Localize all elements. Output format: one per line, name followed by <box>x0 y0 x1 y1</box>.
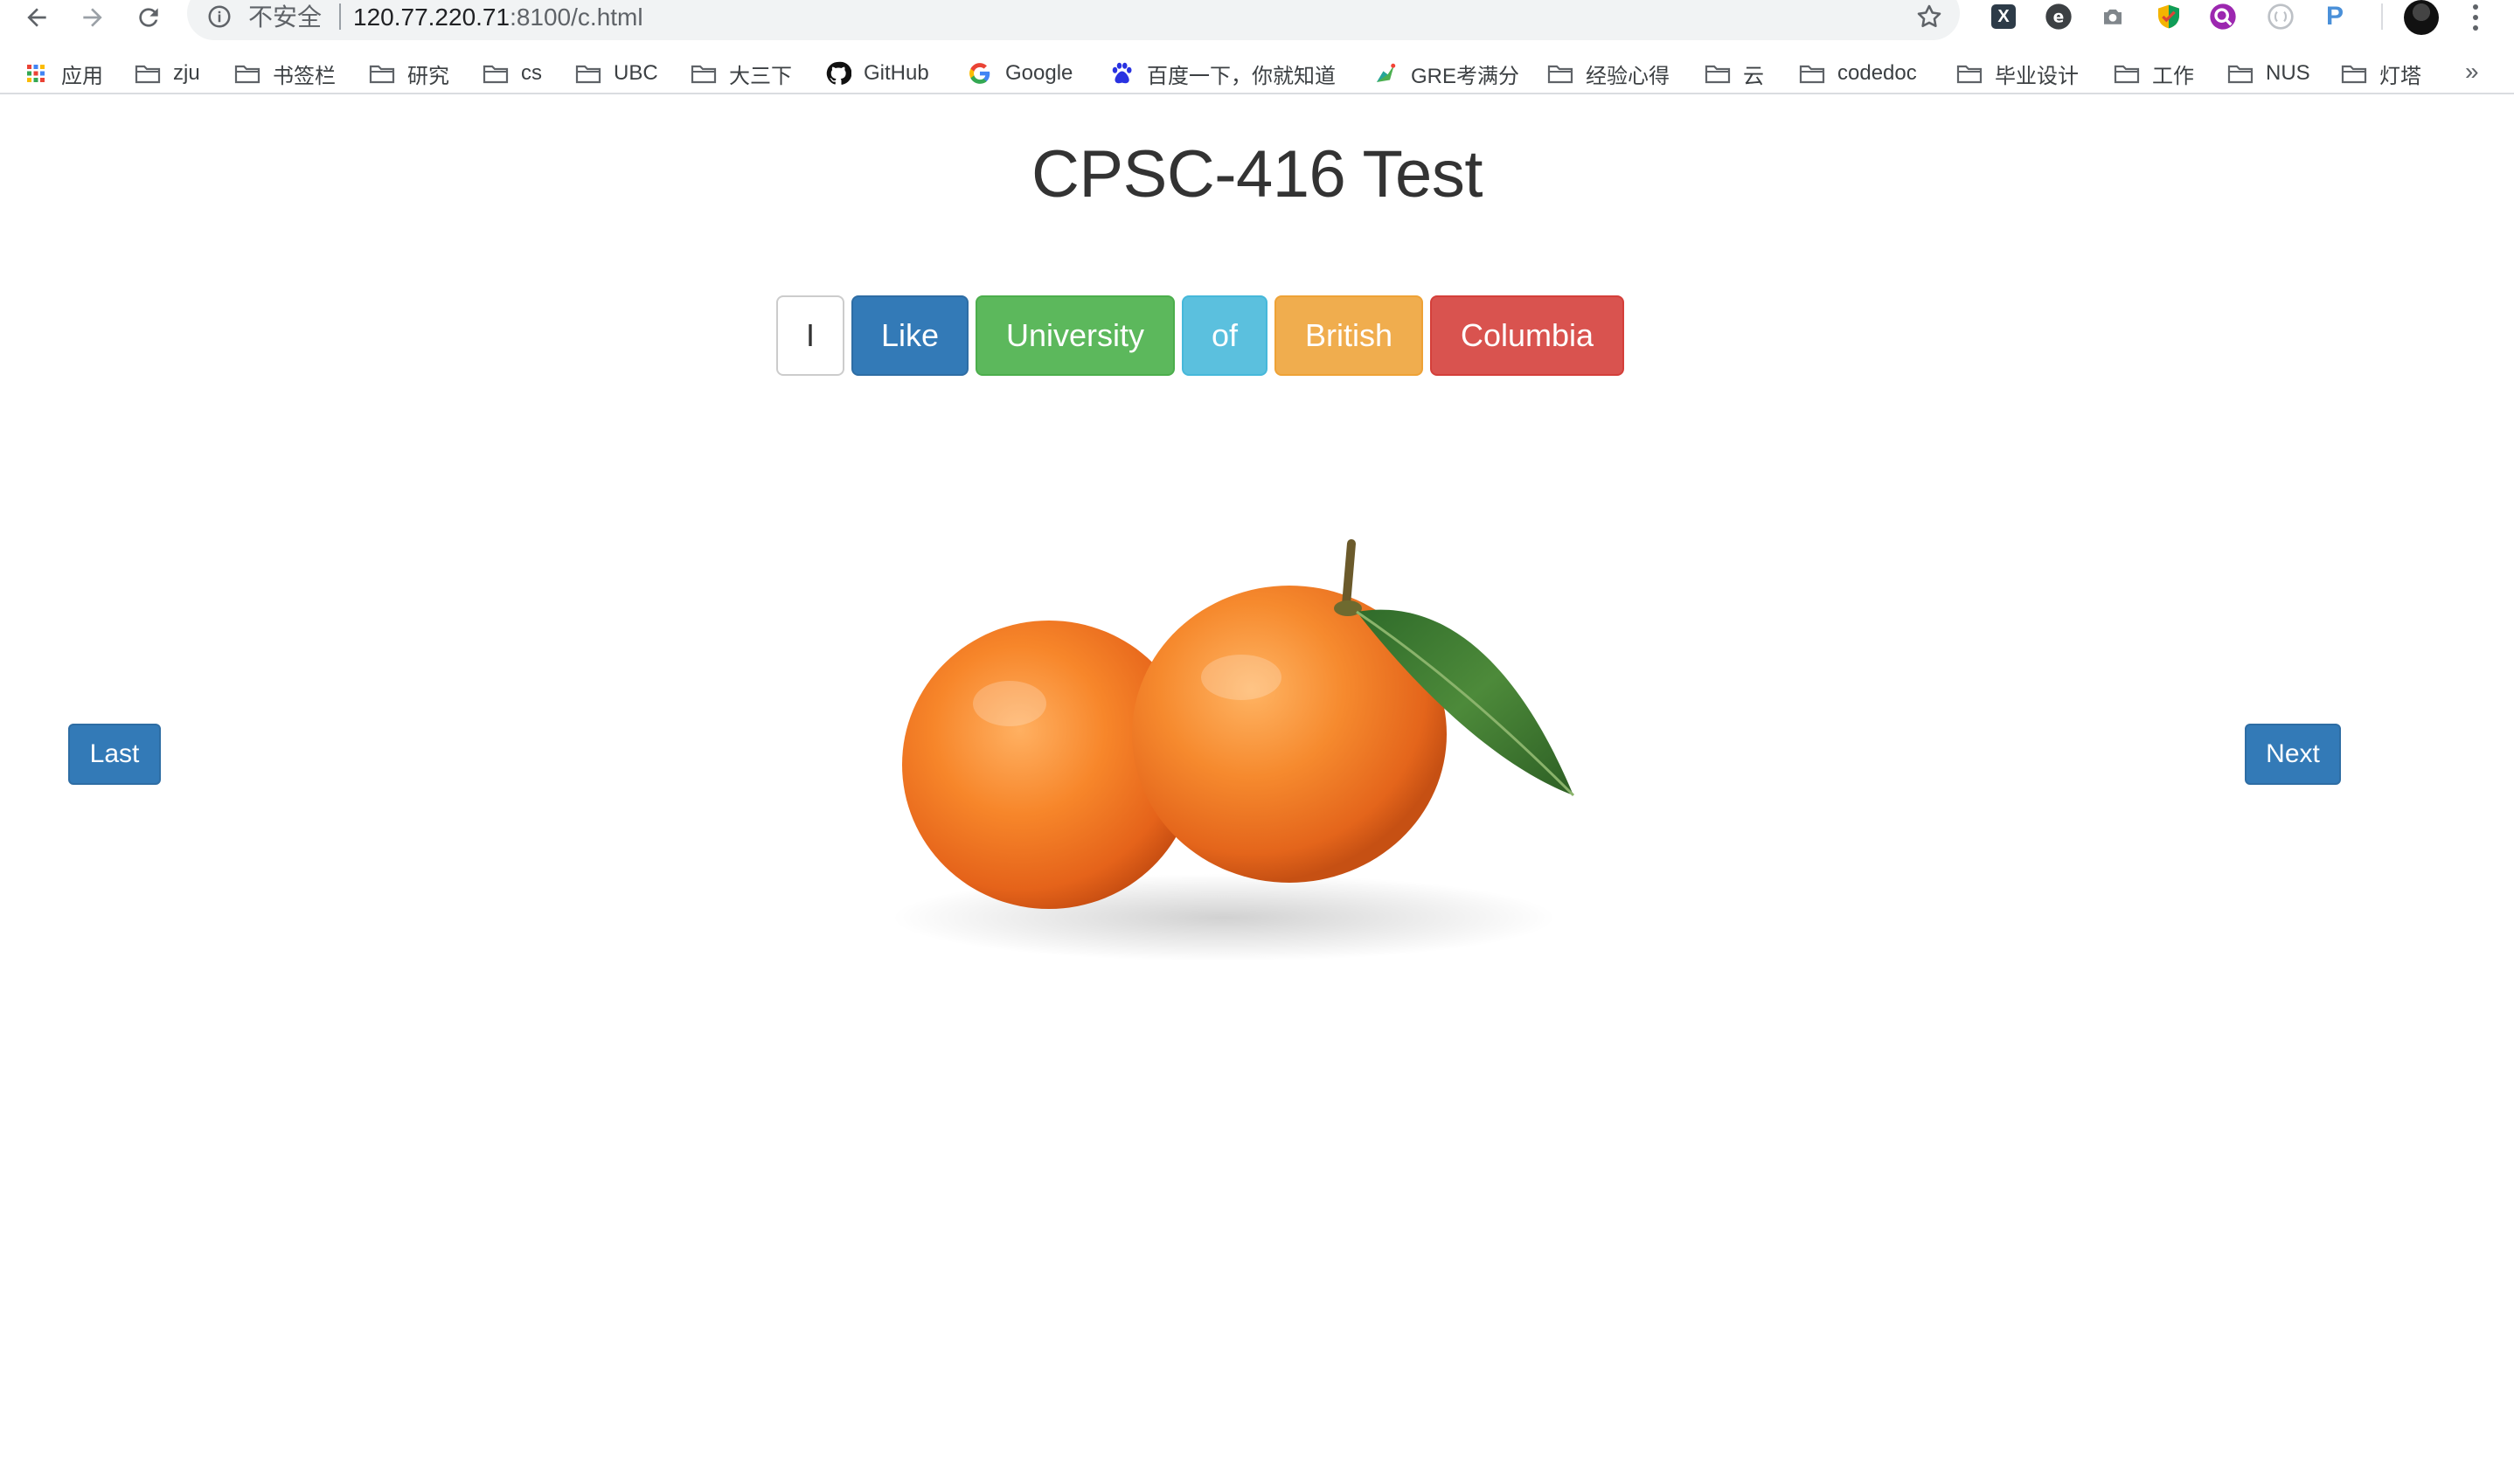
bookmark-label: NUS <box>2266 61 2310 85</box>
bookmark-folder-codedoc[interactable]: codedoc <box>1799 56 1917 91</box>
bookmark-folder-dasanxia[interactable]: 大三下 <box>691 56 792 91</box>
shield-extension-icon[interactable] <box>2154 2 2184 31</box>
bookmark-folder-nus[interactable]: NUS <box>2227 56 2310 91</box>
e-extension-icon[interactable]: e <box>2044 2 2073 31</box>
bookmark-baidu[interactable]: 百度一下，你就知道 <box>1108 56 1336 91</box>
info-icon[interactable] <box>206 3 233 30</box>
folder-icon <box>1956 65 1983 84</box>
bookmark-apps[interactable]: 应用 <box>23 56 103 91</box>
bookmark-folder-yun[interactable]: 云 <box>1705 56 1764 91</box>
svg-text:e: e <box>2053 9 2065 27</box>
bookmark-folder-yanjiu[interactable]: 研究 <box>369 56 449 91</box>
bookmark-folder-biye[interactable]: 毕业设计 <box>1956 56 2079 91</box>
toolbar-divider <box>2381 3 2383 30</box>
folder-icon <box>369 65 395 84</box>
bookmarks-overflow-button[interactable]: » <box>2465 58 2479 86</box>
back-button[interactable] <box>17 0 56 35</box>
bookmark-label: zju <box>173 61 200 85</box>
forward-arrow-icon <box>83 8 102 27</box>
security-label[interactable]: 不安全 <box>248 2 322 33</box>
x-extension-icon[interactable]: X <box>1991 4 2016 29</box>
back-arrow-icon <box>27 8 46 27</box>
bookmark-label: GitHub <box>864 61 929 85</box>
bookmark-folder-shuqianlan[interactable]: 书签栏 <box>234 56 336 91</box>
folder-icon <box>691 65 717 84</box>
bookmark-label: GRE考满分 <box>1411 64 1520 88</box>
folder-icon <box>234 65 260 84</box>
bookmark-label: 毕业设计 <box>1995 64 2079 88</box>
word-button-group: I Like University of British Columbia <box>776 295 1624 376</box>
bookmark-label: 大三下 <box>729 64 792 88</box>
page-title: CPSC-416 Test <box>1031 137 1483 212</box>
camera-icon[interactable] <box>2098 2 2128 31</box>
bookmark-folder-ubc[interactable]: UBC <box>575 56 658 91</box>
p-extension-icon[interactable]: P <box>2320 2 2350 31</box>
bookmark-folder-gongzuo[interactable]: 工作 <box>2114 56 2194 91</box>
last-button[interactable]: Last <box>68 724 161 785</box>
bookmark-label: UBC <box>614 61 658 85</box>
gre-icon <box>1377 63 1396 82</box>
bookmark-folder-cs[interactable]: cs <box>483 56 542 91</box>
forward-button[interactable] <box>73 0 112 35</box>
github-icon <box>826 61 851 85</box>
folder-icon <box>2227 65 2254 84</box>
folder-icon <box>2114 65 2140 84</box>
word-button-like[interactable]: Like <box>851 295 969 376</box>
reload-icon <box>139 8 158 27</box>
bookmark-label: 经验心得 <box>1586 64 1670 88</box>
word-button-columbia[interactable]: Columbia <box>1430 295 1624 376</box>
apps-grid-icon <box>27 65 45 82</box>
bookmark-label: cs <box>521 61 542 85</box>
bookmark-gre[interactable]: GRE考满分 <box>1372 56 1519 91</box>
search-extension-icon[interactable] <box>2208 2 2238 31</box>
folder-icon <box>1705 65 1731 84</box>
bookmark-label: Google <box>1005 61 1073 85</box>
bookmark-label: 百度一下，你就知道 <box>1147 64 1336 88</box>
bookmark-label: codedoc <box>1837 61 1917 85</box>
bookmark-label: 书签栏 <box>273 64 336 88</box>
menu-kebab-icon[interactable] <box>2465 2 2486 33</box>
folder-icon <box>2341 65 2367 84</box>
folder-icon <box>135 65 161 84</box>
bookmark-star-icon[interactable] <box>1914 2 1944 31</box>
word-button-of[interactable]: of <box>1182 295 1267 376</box>
word-button-university[interactable]: University <box>976 295 1175 376</box>
reload-button[interactable] <box>129 0 168 35</box>
bookmark-label: 应用 <box>61 64 103 88</box>
next-button[interactable]: Next <box>2245 724 2341 785</box>
bookmark-folder-zju[interactable]: zju <box>135 56 200 91</box>
address-divider <box>339 3 341 30</box>
bookmark-github[interactable]: GitHub <box>825 56 929 91</box>
bookmark-label: 研究 <box>407 64 449 88</box>
folder-icon <box>1799 65 1825 84</box>
tangerine-image <box>892 539 1575 961</box>
folder-icon <box>483 65 509 84</box>
bookmark-label: 云 <box>1743 64 1764 88</box>
bookmark-google[interactable]: Google <box>967 56 1073 91</box>
word-button-i[interactable]: I <box>776 295 844 376</box>
url-path: :8100/c.html <box>510 3 643 31</box>
bookmark-folder-jingyan[interactable]: 经验心得 <box>1547 56 1670 91</box>
folder-icon <box>575 65 601 84</box>
circle-extension-icon[interactable] <box>2266 2 2295 31</box>
bookmark-label: 灯塔 <box>2379 64 2421 88</box>
profile-avatar[interactable] <box>2404 0 2439 35</box>
url-host: 120.77.220.71 <box>353 3 510 31</box>
bookmarks-bar: 应用 zju 书签栏 研究 cs UBC 大三下 GitHub Google 百… <box>0 52 2514 94</box>
url-text[interactable]: 120.77.220.71:8100/c.html <box>353 2 643 33</box>
browser-toolbar: 不安全 120.77.220.71:8100/c.html X e P <box>0 0 2514 40</box>
baidu-icon <box>1112 62 1132 84</box>
bookmark-folder-dengta[interactable]: 灯塔 <box>2341 56 2421 91</box>
google-icon <box>969 63 990 84</box>
bookmark-label: 工作 <box>2152 64 2194 88</box>
folder-icon <box>1547 65 1573 84</box>
word-button-british[interactable]: British <box>1274 295 1423 376</box>
